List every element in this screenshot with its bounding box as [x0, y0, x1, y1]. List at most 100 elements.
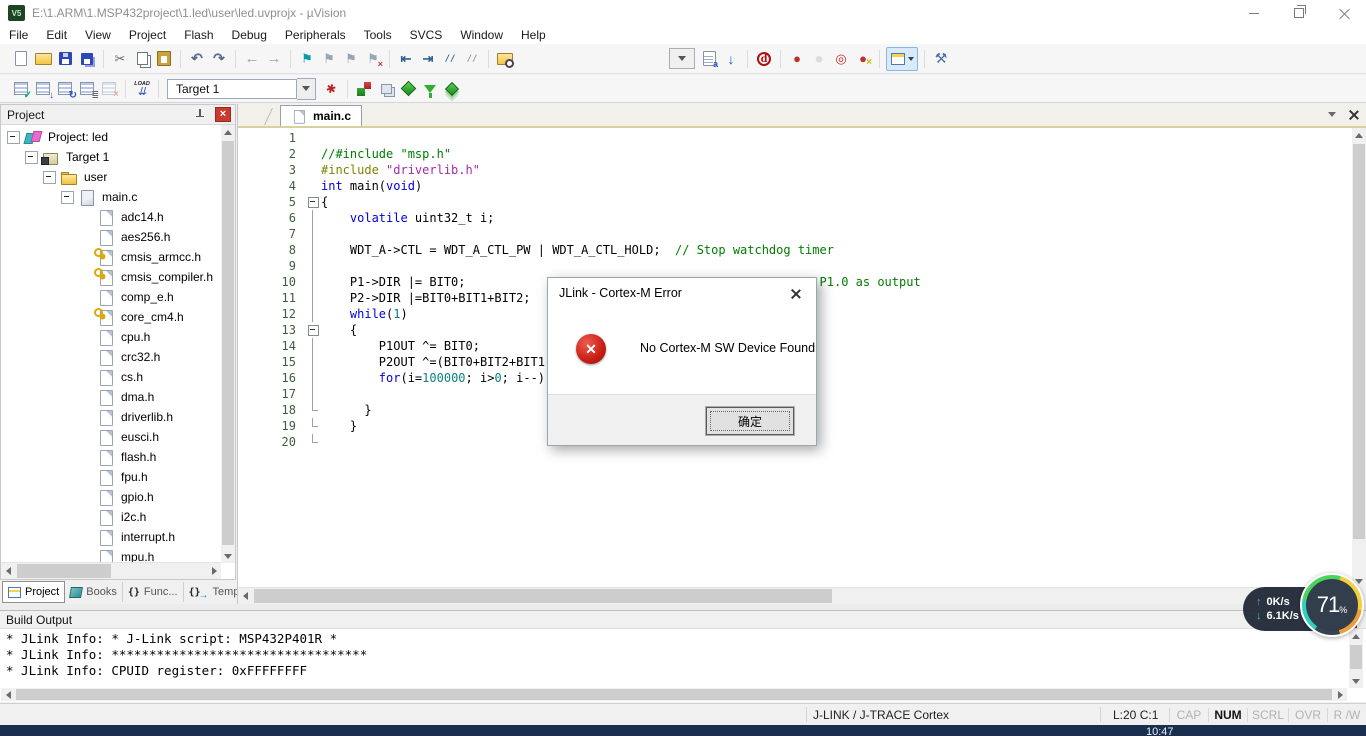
scroll-right-arrow[interactable] — [207, 564, 221, 578]
rebuild-icon[interactable] — [55, 79, 77, 101]
tree-expander[interactable] — [43, 170, 56, 184]
code-line[interactable]: 7 — [238, 226, 1352, 242]
bookmark-next-icon[interactable] — [319, 49, 339, 69]
fold-margin[interactable] — [306, 178, 321, 194]
unindent-icon[interactable] — [396, 49, 416, 69]
fold-margin[interactable] — [306, 322, 321, 338]
code-line[interactable]: 4 int main(void) — [238, 178, 1352, 194]
tree-item[interactable]: cpu.h — [1, 327, 221, 347]
fold-margin[interactable] — [306, 226, 321, 242]
tree-item[interactable]: Target 1 — [1, 147, 221, 167]
translate-icon[interactable] — [11, 79, 32, 101]
scrollbar-thumb[interactable] — [254, 589, 832, 603]
ok-button[interactable]: 确定 — [706, 407, 794, 435]
scroll-up-arrow[interactable] — [1352, 128, 1366, 142]
find-dropdown[interactable] — [669, 48, 695, 69]
fold-margin[interactable] — [306, 194, 321, 210]
fold-margin[interactable] — [306, 338, 321, 354]
tree-item[interactable]: i2c.h — [1, 507, 221, 527]
filter-project-items-icon[interactable] — [420, 79, 440, 99]
panel-tab-functions[interactable]: Func... — [123, 582, 184, 602]
uncomment-icon[interactable] — [462, 49, 482, 69]
menu-item[interactable]: Debug — [223, 28, 276, 42]
tree-item[interactable]: cmsis_armcc.h — [1, 247, 221, 267]
dialog-close-button[interactable] — [774, 278, 816, 307]
bookmark-prev-icon[interactable] — [341, 49, 361, 69]
code-line[interactable]: 8 WDT_A->CTL = WDT_A_CTL_PW | WDT_A_CTL_… — [238, 242, 1352, 258]
scroll-down-arrow[interactable] — [221, 549, 235, 563]
menu-item[interactable]: Window — [451, 28, 512, 42]
tree-item[interactable]: mpu.h — [1, 547, 221, 563]
windows-list-button[interactable] — [886, 46, 918, 71]
tree-item[interactable]: aes256.h — [1, 227, 221, 247]
configure-icon[interactable] — [931, 49, 951, 69]
windows-taskbar[interactable]: 10:47 — [0, 725, 1366, 736]
scroll-right-arrow[interactable] — [1333, 688, 1347, 701]
tree-item[interactable]: interrupt.h — [1, 527, 221, 547]
download-icon[interactable]: LOAD — [132, 79, 152, 99]
menu-item[interactable]: File — [0, 28, 37, 42]
tree-item[interactable]: core_cm4.h — [1, 307, 221, 327]
project-panel-close-button[interactable] — [215, 107, 231, 122]
fold-margin[interactable] — [306, 210, 321, 226]
fold-margin[interactable] — [306, 274, 321, 290]
menu-item[interactable]: Edit — [37, 28, 76, 42]
breakpoint-disable-icon[interactable] — [809, 49, 829, 69]
scrollbar-thumb[interactable] — [1353, 144, 1365, 539]
breakpoint-icon[interactable] — [787, 49, 807, 69]
menu-item[interactable]: View — [76, 28, 120, 42]
code-line[interactable]: 6 volatile uint32_t i; — [238, 210, 1352, 226]
tree-item[interactable]: comp_e.h — [1, 287, 221, 307]
scroll-down-arrow[interactable] — [1349, 674, 1363, 688]
fold-margin[interactable] — [306, 146, 321, 162]
scrollbar-thumb[interactable] — [1350, 645, 1362, 669]
comment-icon[interactable] — [440, 49, 460, 69]
tree-item[interactable]: eusci.h — [1, 427, 221, 447]
scroll-up-arrow[interactable] — [1349, 629, 1363, 643]
pin-icon[interactable] — [195, 109, 205, 120]
fold-margin[interactable] — [306, 130, 321, 146]
fold-margin[interactable] — [306, 386, 321, 402]
bookmark-clear-icon[interactable] — [363, 49, 383, 69]
indent-icon[interactable] — [418, 49, 438, 69]
scroll-left-arrow[interactable] — [1, 688, 15, 701]
tree-item[interactable]: cs.h — [1, 367, 221, 387]
tab-main-c[interactable]: main.c — [280, 105, 363, 126]
scroll-left-arrow[interactable] — [238, 589, 252, 603]
code-line[interactable]: 1 — [238, 130, 1352, 146]
target-dropdown-button[interactable] — [297, 77, 316, 100]
fold-margin[interactable] — [306, 370, 321, 386]
tree-item[interactable]: gpio.h — [1, 487, 221, 507]
fold-margin[interactable] — [306, 418, 321, 434]
menu-item[interactable]: Tools — [355, 28, 401, 42]
usage-gauge-widget[interactable]: 71 % — [1300, 573, 1364, 637]
code-line[interactable]: 2 //#include "msp.h" — [238, 146, 1352, 162]
start-debug-icon[interactable] — [754, 49, 774, 69]
tree-item[interactable]: dma.h — [1, 387, 221, 407]
undo-icon[interactable] — [187, 49, 207, 69]
target-select[interactable]: Target 1 — [167, 78, 297, 99]
close-document-icon[interactable] — [1348, 109, 1358, 119]
panel-tab-books[interactable]: Books — [65, 582, 123, 602]
tree-item[interactable]: cmsis_compiler.h — [1, 267, 221, 287]
tree-item[interactable]: crc32.h — [1, 347, 221, 367]
batch-build-icon[interactable] — [77, 79, 99, 101]
navigate-back-icon[interactable] — [242, 49, 262, 69]
fold-margin[interactable] — [306, 402, 321, 418]
save-icon[interactable] — [55, 49, 75, 69]
breakpoint-disable-all-icon[interactable] — [831, 49, 851, 69]
scrollbar-thumb[interactable] — [17, 564, 111, 578]
copy-icon[interactable] — [132, 49, 152, 69]
windows-stack-icon[interactable] — [376, 79, 396, 99]
tree-item[interactable]: Project: led — [1, 127, 221, 147]
tab-list-dropdown-icon[interactable] — [1328, 111, 1336, 117]
open-file-icon[interactable] — [33, 49, 53, 69]
fold-margin[interactable] — [306, 306, 321, 322]
code-line[interactable]: 9 — [238, 258, 1352, 274]
new-file-icon[interactable] — [11, 49, 31, 69]
tree-item[interactable]: driverlib.h — [1, 407, 221, 427]
bookmark-icon[interactable] — [297, 49, 317, 69]
restore-button[interactable] — [1276, 0, 1321, 26]
menu-item[interactable]: Peripherals — [276, 28, 355, 42]
find-in-document-icon[interactable] — [699, 49, 719, 69]
